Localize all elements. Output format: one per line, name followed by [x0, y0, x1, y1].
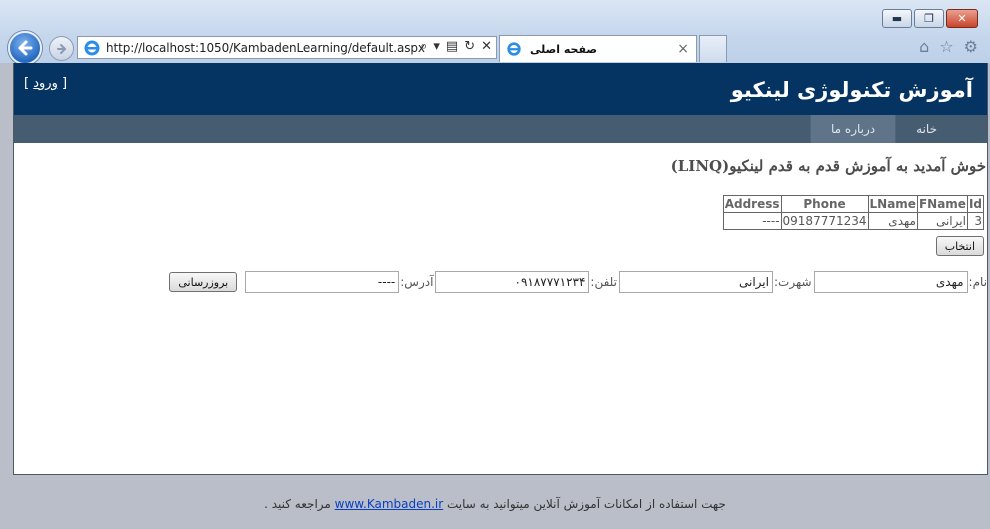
- menu-item-about[interactable]: درباره ما: [810, 115, 896, 143]
- star-icon[interactable]: ☆: [939, 37, 953, 56]
- site-header: آموزش تکنولوژی لینکیو [ ورود ]: [14, 63, 987, 115]
- grid-header-phone: Phone: [780, 195, 869, 213]
- search-icon[interactable]: ⌕: [420, 39, 427, 54]
- ie-tab-icon: [507, 42, 521, 56]
- welcome-heading: خوش آمدید به آموزش قدم به قدم لینکیو(LIN…: [670, 157, 986, 175]
- refresh-icon[interactable]: ↻: [464, 39, 475, 54]
- grid-header-address: Address: [722, 195, 782, 213]
- minimize-button[interactable]: ▬: [882, 9, 912, 28]
- name-field[interactable]: [813, 271, 968, 293]
- cell-fname: ایرانی: [916, 212, 968, 230]
- close-window-button[interactable]: ✕: [946, 9, 978, 28]
- page-viewport: آموزش تکنولوژی لینکیو [ ورود ] خانه دربا…: [0, 63, 990, 529]
- menu-bar: خانه درباره ما: [14, 115, 987, 143]
- forward-button[interactable]: [49, 36, 74, 61]
- login-link[interactable]: ورود: [33, 76, 58, 91]
- phone-field[interactable]: [435, 271, 590, 293]
- cell-lname: مهدی: [867, 212, 918, 230]
- footer-text: جهت استفاده از امکانات آموزش آنلاین میتو…: [0, 497, 990, 511]
- main-menu: خانه درباره ما: [810, 115, 957, 143]
- name-label: نام:: [968, 275, 987, 289]
- new-tab-button[interactable]: [699, 35, 727, 62]
- grid-header-id: Id: [966, 195, 985, 213]
- arrow-left-icon: [18, 40, 33, 56]
- compat-view-icon[interactable]: ▤: [446, 39, 458, 54]
- url-text: http://localhost:1050/KambadenLearning/d…: [106, 40, 425, 55]
- address-field[interactable]: [245, 271, 400, 293]
- page-container: آموزش تکنولوژی لینکیو [ ورود ] خانه دربا…: [13, 63, 988, 475]
- footer-text-after: مراجعه کنید .: [264, 497, 331, 511]
- menu-item-home[interactable]: خانه: [895, 115, 957, 143]
- arrow-right-icon: [56, 43, 66, 54]
- update-button[interactable]: بروزرسانی: [169, 272, 238, 292]
- customers-grid: Id FName LName Phone Address 3 ایرانی مه…: [722, 195, 985, 230]
- address-tools: ⌕ ▾ ▤ ↻ ✕: [420, 39, 492, 54]
- cell-phone: 09187771234: [780, 212, 869, 230]
- phone-label: تلفن:: [590, 275, 617, 289]
- footer-site-link[interactable]: www.Kambaden.ir: [335, 497, 444, 511]
- grid-header-lname: LName: [867, 195, 918, 213]
- browser-chrome: ▬ ❐ ✕ http://localhost:1050/KambadenLear…: [0, 0, 990, 65]
- address-bar[interactable]: http://localhost:1050/KambadenLearning/d…: [77, 36, 497, 59]
- lname-field[interactable]: [618, 271, 773, 293]
- footer-text-before: جهت استفاده از امکانات آموزش آنلاین میتو…: [447, 497, 726, 511]
- table-row[interactable]: 3 ایرانی مهدی 09187771234 ----: [722, 212, 985, 230]
- back-button[interactable]: [8, 31, 42, 65]
- edit-form: نام: شهرت: تلفن: آدرس: بروزرسانی: [169, 271, 987, 293]
- tab-home[interactable]: صفحه اصلی ×: [499, 35, 697, 62]
- stop-icon[interactable]: ✕: [481, 39, 492, 54]
- login-bracket-close: ]: [61, 76, 68, 91]
- tab-close-icon[interactable]: ×: [677, 41, 689, 57]
- lname-label: شهرت:: [773, 275, 812, 289]
- grid-header-row: Id FName LName Phone Address: [722, 195, 985, 213]
- dropdown-icon[interactable]: ▾: [433, 39, 440, 54]
- tab-title: صفحه اصلی: [530, 42, 597, 56]
- grid-header-fname: FName: [916, 195, 968, 213]
- gear-icon[interactable]: ⚙: [964, 37, 978, 56]
- window-controls: ▬ ❐ ✕: [882, 9, 978, 28]
- site-title: آموزش تکنولوژی لینکیو: [730, 78, 973, 102]
- restore-button[interactable]: ❐: [914, 9, 944, 28]
- cell-address: ----: [722, 212, 782, 230]
- ie-page-icon: [84, 40, 100, 55]
- home-icon[interactable]: ⌂: [919, 37, 929, 56]
- cell-id: 3: [966, 212, 985, 230]
- login-bracket-open: [: [24, 76, 30, 91]
- site-footer: جهت استفاده از امکانات آموزش آنلاین میتو…: [0, 475, 990, 529]
- select-button[interactable]: انتخاب: [935, 236, 984, 256]
- login-area: [ ورود ]: [24, 76, 67, 91]
- address-label: آدرس:: [400, 275, 434, 289]
- browser-tools: ⌂ ☆ ⚙: [919, 37, 978, 56]
